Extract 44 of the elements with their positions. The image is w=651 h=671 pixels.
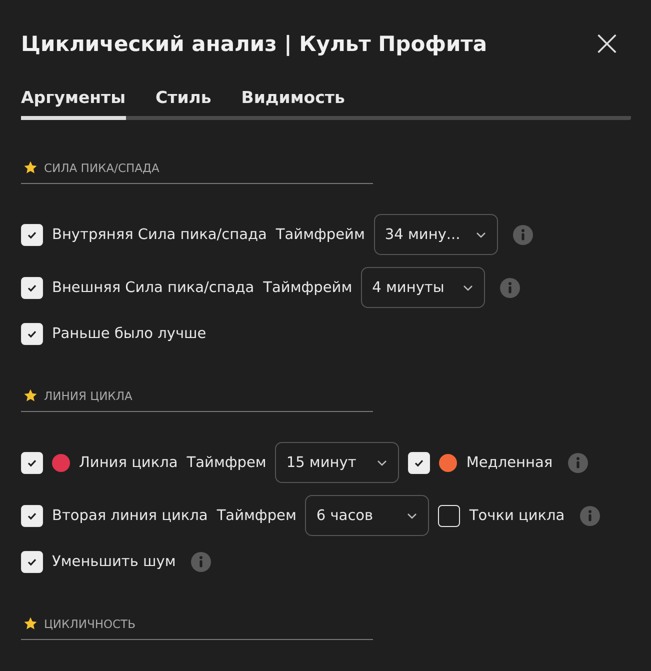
section-title: ЦИКЛИЧНОСТЬ — [44, 616, 136, 630]
check-icon — [26, 556, 38, 568]
option-label: Таймфрем — [216, 508, 296, 524]
option-label: Вторая линия цикла — [52, 508, 208, 524]
checkbox[interactable] — [21, 276, 43, 298]
info-icon[interactable] — [512, 224, 533, 244]
info-icon[interactable] — [190, 552, 211, 572]
color-dot[interactable] — [439, 454, 458, 472]
window-title: Циклический анализ | Культ Профита — [21, 32, 488, 56]
section-title: ЛИНИЯ ЦИКЛА — [44, 388, 132, 402]
dropdown[interactable]: 4 минуты — [361, 267, 486, 308]
option-label: Точки цикла — [469, 508, 565, 524]
checkbox[interactable] — [408, 452, 430, 474]
section-title: СИЛА ПИКА/СПАДА — [44, 160, 160, 174]
option-label: Медленная — [466, 454, 553, 470]
option-label: Внутряняя Сила пика/спада — [52, 226, 267, 242]
dropdown[interactable]: 6 часов — [305, 495, 430, 536]
option-label: Раньше было лучше — [52, 326, 206, 342]
dropdown[interactable]: 15 минут — [275, 442, 400, 483]
option-label: Таймфрейм — [263, 280, 352, 296]
star-icon — [23, 160, 38, 175]
dropdown[interactable]: 34 мину... — [374, 214, 498, 255]
option-label: Внешняя Сила пика/спада — [52, 280, 254, 296]
option-label: Таймфрейм — [276, 226, 365, 242]
option-label: Уменьшить шум — [52, 554, 176, 570]
star-icon — [23, 616, 38, 631]
info-icon[interactable] — [500, 278, 520, 298]
checkbox[interactable] — [438, 504, 460, 526]
checkbox[interactable] — [21, 452, 43, 474]
info-icon[interactable] — [580, 506, 600, 526]
checkbox[interactable] — [21, 551, 43, 573]
tab[interactable]: Аргументы — [21, 88, 126, 120]
tab[interactable]: Видимость — [241, 88, 345, 120]
checkbox[interactable] — [21, 224, 43, 246]
tab[interactable]: Стиль — [156, 88, 212, 120]
info-icon[interactable] — [568, 452, 588, 472]
checkbox[interactable] — [21, 323, 43, 345]
star-icon — [23, 388, 38, 403]
close-button[interactable]: × — [584, 26, 630, 62]
check-icon — [26, 328, 38, 340]
option-label: Линия цикла — [79, 454, 178, 470]
color-dot[interactable] — [52, 454, 70, 472]
option-label: Таймфрем — [186, 454, 266, 470]
checkbox[interactable] — [21, 504, 43, 526]
